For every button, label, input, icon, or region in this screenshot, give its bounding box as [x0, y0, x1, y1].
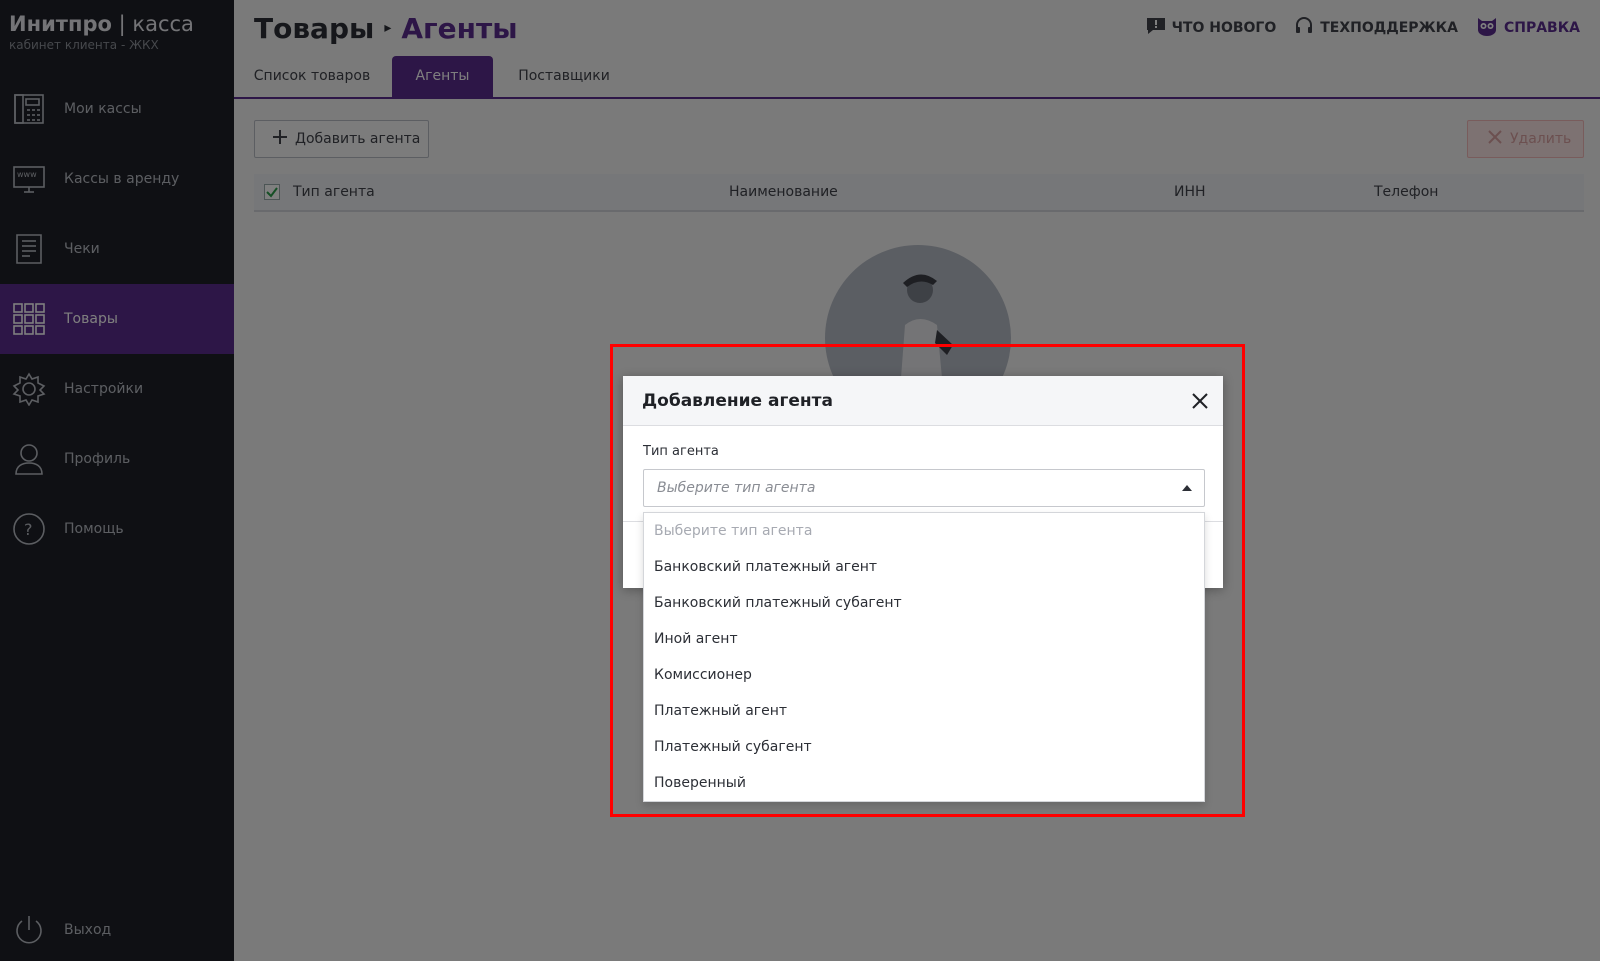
dialog-header: Добавление агента [623, 376, 1223, 426]
dropdown-option[interactable]: Выберите тип агента [644, 513, 1204, 549]
agent-type-select[interactable]: Выберите тип агента [643, 469, 1205, 507]
agent-type-select-value: Выберите тип агента [657, 480, 816, 496]
agent-type-label: Тип агента [643, 444, 719, 459]
dialog-title: Добавление агента [642, 390, 833, 411]
dropdown-option[interactable]: Платежный агент [644, 693, 1204, 729]
caret-up-icon [1182, 485, 1192, 491]
dropdown-option[interactable]: Банковский платежный агент [644, 549, 1204, 585]
agent-type-dropdown: Выберите тип агента Банковский платежный… [643, 512, 1205, 802]
close-icon[interactable] [1189, 390, 1211, 412]
dropdown-option[interactable]: Поверенный [644, 765, 1204, 801]
dropdown-option[interactable]: Комиссионер [644, 657, 1204, 693]
dropdown-option[interactable]: Платежный субагент [644, 729, 1204, 765]
dropdown-option[interactable]: Банковский платежный субагент [644, 585, 1204, 621]
dropdown-option[interactable]: Иной агент [644, 621, 1204, 657]
